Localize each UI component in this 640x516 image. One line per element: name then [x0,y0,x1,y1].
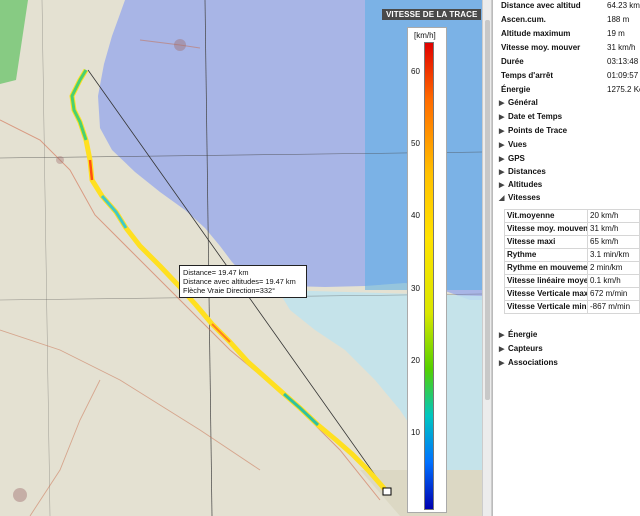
tooltip-direction: Flèche Vraie Direction=332° [183,286,276,295]
stat-row: Durée 03:13:48 [501,56,638,68]
legend-color-scale [424,42,434,510]
section-label: Capteurs [508,344,543,353]
section-general[interactable]: ▶ Général [499,97,538,109]
stat-label: Ascen.cum. [501,15,546,24]
section-label: Points de Trace [508,126,568,135]
chevron-right-icon: ▶ [499,360,505,367]
stat-label: Altitude maximum [501,29,571,38]
stat-value: 188 m [607,15,630,24]
vitesse-value: 65 km/h [587,235,640,249]
section-associations[interactable]: ▶ Associations [499,357,558,369]
vitesse-value: 31 km/h [587,222,640,236]
chevron-down-icon: ◢ [499,195,505,202]
table-row: Rythme 3.1 min/km [504,248,640,262]
stat-value: 03:13:48 [607,57,639,66]
stat-label: Vitesse moy. mouver [501,43,581,52]
section-label: Altitudes [508,180,543,189]
table-row: Vitesse maxi 65 km/h [504,235,640,249]
scrollbar-thumb[interactable] [485,20,490,400]
section-label: Vues [508,140,527,149]
chevron-right-icon: ▶ [499,346,505,353]
table-row: Vit.moyenne 20 km/h [504,209,640,223]
vitesse-label: Vitesse maxi [504,235,588,249]
section-vitesses[interactable]: ◢ Vitesses [499,192,540,204]
section-label: Associations [508,358,558,367]
section-label: Distances [508,167,546,176]
vitesse-value: 2 min/km [587,261,640,275]
section-label: Vitesses [508,193,541,202]
stat-row: Énergie 1275.2 Kcal [501,84,640,96]
chevron-right-icon: ▶ [499,142,505,149]
legend-tick: 50 [411,139,420,148]
section-label: Général [508,98,538,107]
chevron-right-icon: ▶ [499,128,505,135]
stat-value: 31 km/h [607,43,636,52]
section-label: Date et Temps [508,112,563,121]
stat-label: Temps d'arrêt [501,71,553,80]
legend-title: VITESSE DE LA TRACE [382,9,482,20]
legend-tick: 10 [411,428,420,437]
stat-value: 01:09:57 [607,71,639,80]
vitesse-value: -867 m/min [587,300,640,314]
vitesse-value: 672 m/min [587,287,640,301]
stat-label: Distance avec altitud [501,1,581,10]
legend-unit: [km/h] [414,31,436,40]
stat-value: 19 m [607,29,625,38]
stat-label: Durée [501,57,524,66]
stat-row: Ascen.cum. 188 m [501,14,629,26]
section-points-trace[interactable]: ▶ Points de Trace [499,125,567,137]
vitesses-table: Vit.moyenne 20 km/h Vitesse moy. mouven 31… [504,209,640,314]
stat-value: 1275.2 Kcal [607,85,640,94]
vitesse-label: Vit.moyenne [504,209,588,223]
table-row: Vitesse linéaire moye 0.1 km/h [504,274,640,288]
section-vues[interactable]: ▶ Vues [499,139,527,151]
legend-tick: 40 [411,211,420,220]
measure-tooltip: Distance= 19.47 km Distance avec altitud… [179,265,307,298]
vitesse-value: 3.1 min/km [587,248,640,262]
tooltip-distance-alt: Distance avec altitudes= 19.47 km [183,277,296,286]
tooltip-distance: Distance= 19.47 km [183,268,249,277]
chevron-right-icon: ▶ [499,114,505,121]
section-label: GPS [508,154,525,163]
section-capteurs[interactable]: ▶ Capteurs [499,343,543,355]
vitesse-label: Rythme en mouveme [504,261,588,275]
section-energie[interactable]: ▶ Énergie [499,329,537,341]
stat-row: Distance avec altitud 64.23 km [501,0,640,12]
vitesse-label: Rythme [504,248,588,262]
stat-row: Vitesse moy. mouver 31 km/h [501,42,635,54]
stat-row: Altitude maximum 19 m [501,28,625,40]
table-row: Vitesse Verticale max 672 m/min [504,287,640,301]
chevron-right-icon: ▶ [499,156,505,163]
chevron-right-icon: ▶ [499,332,505,339]
table-row: Vitesse moy. mouven 31 km/h [504,222,640,236]
legend-tick: 30 [411,284,420,293]
table-row: Vitesse Verticale mini -867 m/min [504,300,640,314]
chevron-right-icon: ▶ [499,182,505,189]
section-gps[interactable]: ▶ GPS [499,153,525,165]
vitesse-value: 0.1 km/h [587,274,640,288]
section-label: Énergie [508,330,538,339]
legend-tick: 20 [411,356,420,365]
chevron-right-icon: ▶ [499,100,505,107]
vitesse-label: Vitesse Verticale max [504,287,588,301]
section-distances[interactable]: ▶ Distances [499,166,546,178]
vitesse-label: Vitesse Verticale mini [504,300,588,314]
stat-label: Énergie [501,85,531,94]
vitesse-label: Vitesse linéaire moye [504,274,588,288]
map-scrollbar[interactable] [482,0,492,516]
section-altitudes[interactable]: ▶ Altitudes [499,179,542,191]
stat-value: 64.23 km [607,1,640,10]
legend-tick: 60 [411,67,420,76]
end-marker[interactable] [382,487,392,496]
chevron-right-icon: ▶ [499,169,505,176]
vitesse-value: 20 km/h [587,209,640,223]
section-date-temps[interactable]: ▶ Date et Temps [499,111,562,123]
vitesse-label: Vitesse moy. mouven [504,222,588,236]
stat-row: Temps d'arrêt 01:09:57 [501,70,638,82]
table-row: Rythme en mouveme 2 min/km [504,261,640,275]
map-view[interactable]: VITESSE DE LA TRACE [km/h] 60 50 40 30 2… [0,0,482,516]
